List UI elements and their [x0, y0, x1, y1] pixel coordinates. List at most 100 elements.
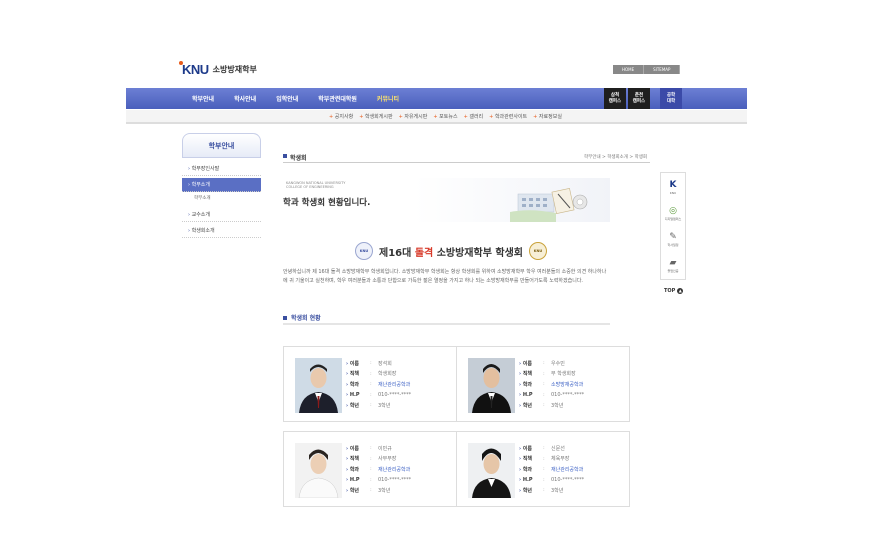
council-title: KNU 제16대 돌격 소방방재학부 학생회 KNU	[355, 242, 547, 260]
lnb-item-faculty[interactable]: 교수소개	[182, 208, 261, 222]
member-role: 부 학생회장	[551, 371, 576, 378]
logo-mark-text: KNU	[182, 62, 209, 77]
left-menu: 학부장인사말 학부소개 학부소개 교수소개 학생회소개	[182, 162, 261, 240]
top-button[interactable]: TOP ▲	[664, 288, 684, 294]
member-name: 신문선	[551, 445, 565, 452]
quick-knu[interactable]: K KNU	[667, 179, 679, 195]
member-photo	[468, 443, 515, 498]
field-sep: :	[370, 391, 372, 398]
intro-paragraph: 안녕하십니까 제 16대 돌격 소방방재학부 학생회입니다. 소방방재학부 학생…	[283, 269, 607, 284]
logo-text: 소방방재학부	[212, 65, 257, 74]
knu-emblem-icon: KNU	[355, 242, 373, 260]
lnb-title: 학부안내	[182, 133, 261, 158]
lnb-sub-intro[interactable]: 학부소개	[182, 194, 261, 204]
member-role: 체육부장	[551, 456, 570, 463]
member-hp: 010-****-****	[551, 391, 585, 398]
field-label: 학과	[519, 381, 543, 388]
lnb-item-council[interactable]: 학생회소개	[182, 224, 261, 238]
member-card: 이름:장석희 직책:학생회장 학과:재난관리공학과 H.P:010-****-*…	[283, 346, 457, 422]
global-nav: 학부안내 학사안내 입학안내 학부관련대학원 커뮤니티 삼척 캠퍼스 춘천 캠퍼…	[126, 88, 747, 109]
field-row: 직책: 부 학생회장	[519, 369, 584, 380]
field-label: 직책	[519, 370, 543, 377]
engineering-college-button[interactable]: 공학 대학	[660, 88, 682, 109]
field-sep: :	[543, 487, 545, 494]
field-label: 학년	[519, 402, 543, 409]
field-label: H.P	[519, 477, 543, 483]
field-sep: :	[543, 476, 545, 483]
gnb-item-graduate[interactable]: 학부관련대학원	[308, 94, 367, 103]
top-links: HOME SITEMAP	[613, 65, 681, 74]
field-label: 학과	[346, 381, 370, 388]
home-link[interactable]: HOME	[613, 65, 645, 74]
campus-samcheok-button[interactable]: 삼척 캠퍼스	[604, 88, 626, 109]
field-sep: :	[543, 381, 545, 388]
subnav-photo-news[interactable]: 포토뉴스	[433, 113, 457, 120]
gnb-item-admission[interactable]: 입학안내	[266, 94, 308, 103]
subnav-notice[interactable]: 공지사항	[329, 113, 353, 120]
banner-heading: 학과 학생회 현황입니다.	[283, 198, 371, 208]
member-hp: 010-****-****	[378, 476, 412, 483]
field-row: H.P:010-****-****	[519, 390, 584, 401]
campus-chuncheon-button[interactable]: 춘천 캠퍼스	[628, 88, 650, 109]
member-name: 우수민	[551, 360, 565, 367]
globe-icon: ◎	[669, 206, 677, 216]
field-row: H.P:010-****-****	[346, 390, 411, 401]
field-row: 학과: 재난관리공학과	[346, 464, 411, 475]
field-row: 직책: 체육부장	[519, 454, 584, 465]
field-row: 직책: 사무부장	[346, 454, 411, 465]
subnav-related-sites[interactable]: 학과관련사이트	[489, 113, 527, 120]
site-logo[interactable]: KNU 소방방재학부	[179, 61, 257, 77]
field-label: 직책	[519, 455, 543, 462]
field-row: 학과: 재난관리공학과	[346, 379, 411, 390]
quick-schedule[interactable]: ✎ 학사일정	[667, 231, 679, 247]
member-card: 이름:신문선 직책:체육부장 학과:재난관리공학과 H.P:010-****-*…	[456, 431, 630, 507]
quick-schedule-label: 학사일정	[667, 243, 679, 247]
field-sep: :	[370, 466, 372, 473]
field-label: H.P	[346, 392, 370, 398]
subnav-resources[interactable]: 자료정보실	[533, 113, 562, 120]
member-card: 이름:이민규 직책:사무부장 학과:재난관리공학과 H.P:010-****-*…	[283, 431, 457, 507]
page-header: 학생회 학부안내 > 학생회소개 > 학생회	[283, 153, 650, 163]
field-label: 이름	[519, 360, 543, 367]
subnav-free-board[interactable]: 자유게시판	[399, 113, 427, 120]
member-hp: 010-****-****	[378, 391, 412, 398]
lnb-item-greeting[interactable]: 학부장인사말	[182, 162, 261, 176]
person-icon	[295, 358, 342, 413]
council-prefix: 제16대	[379, 247, 415, 259]
engineering-college-label: 공학 대학	[666, 92, 676, 104]
field-row: 학년:3학년	[346, 485, 411, 496]
member-dept: 소방방재공학과	[551, 381, 584, 388]
field-sep: :	[370, 360, 372, 367]
member-fields: 이름:장석희 직책:학생회장 학과:재난관리공학과 H.P:010-****-*…	[346, 358, 411, 411]
field-row: H.P:010-****-****	[519, 475, 584, 486]
field-sep: :	[543, 455, 545, 462]
quick-graduation[interactable]: ▰ 졸업인증	[667, 257, 679, 273]
member-fields: 이름:신문선 직책:체육부장 학과:재난관리공학과 H.P:010-****-*…	[519, 443, 584, 496]
subnav-council-board[interactable]: 학생회게시판	[359, 113, 393, 120]
lnb-item-intro[interactable]: 학부소개	[182, 178, 261, 192]
campus-building-illustration	[510, 188, 588, 222]
breadcrumb: 학부안내 > 학생회소개 > 학생회	[584, 155, 647, 160]
page-banner: KANGWON NATIONAL UNIVERSITY COLLEGE OF E…	[283, 178, 610, 222]
gnb-item-community[interactable]: 커뮤니티	[367, 94, 409, 103]
sitemap-link[interactable]: SITEMAP	[644, 65, 681, 74]
field-row: 이름: 신문선	[519, 443, 584, 454]
arrow-up-icon: ▲	[677, 288, 684, 294]
field-row: 학과: 소방방재공학과	[519, 379, 584, 390]
subnav-gallery[interactable]: 갤러리	[464, 113, 483, 120]
sub-nav: 공지사항 학생회게시판 자유게시판 포토뉴스 갤러리 학과관련사이트 자료정보실	[126, 110, 747, 124]
person-icon	[295, 443, 342, 498]
quick-digital-label: 디지털캠퍼스	[664, 217, 682, 221]
field-sep: :	[370, 445, 372, 452]
quick-knu-label: KNU	[669, 191, 677, 195]
field-row: 이름: 이민규	[346, 443, 411, 454]
gnb-item-academic[interactable]: 학사안내	[224, 94, 266, 103]
person-icon	[468, 358, 515, 413]
field-label: 학년	[346, 402, 370, 409]
field-sep: :	[543, 402, 545, 409]
field-label: 학과	[519, 466, 543, 473]
gnb-item-about[interactable]: 학부안내	[182, 94, 224, 103]
quick-digital-campus[interactable]: ◎ 디지털캠퍼스	[665, 205, 682, 221]
field-sep: :	[543, 370, 545, 377]
field-label: 학년	[519, 487, 543, 494]
